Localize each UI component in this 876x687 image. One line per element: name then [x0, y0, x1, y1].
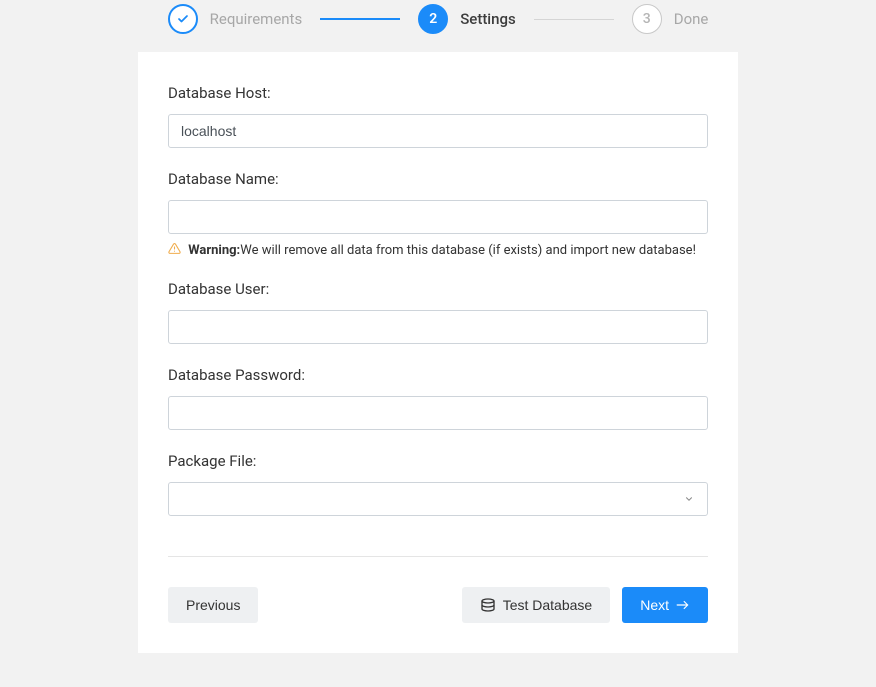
- arrow-right-icon: [676, 600, 690, 610]
- db-password-label: Database Password:: [168, 366, 708, 384]
- settings-card: Database Host: Database Name: Warning:We…: [138, 52, 738, 653]
- db-name-warning: Warning:We will remove all data from thi…: [168, 242, 708, 258]
- database-icon: [480, 598, 496, 612]
- stepper: Requirements 2 Settings 3 Done: [0, 0, 876, 52]
- test-database-button[interactable]: Test Database: [462, 587, 611, 623]
- step-circle-pending: 3: [632, 4, 662, 34]
- warning-label: Warning:: [188, 243, 240, 258]
- previous-label: Previous: [186, 597, 240, 613]
- package-file-label: Package File:: [168, 452, 708, 470]
- db-password-group: Database Password:: [168, 366, 708, 430]
- step-circle-done: [168, 4, 198, 34]
- db-host-group: Database Host:: [168, 84, 708, 148]
- db-password-input[interactable]: [168, 396, 708, 430]
- connector-active: [320, 18, 400, 20]
- db-name-input[interactable]: [168, 200, 708, 234]
- divider: [168, 556, 708, 557]
- package-file-select[interactable]: [168, 482, 708, 516]
- db-name-group: Database Name: Warning:We will remove al…: [168, 170, 708, 258]
- step-settings: 2 Settings: [418, 4, 516, 34]
- db-host-label: Database Host:: [168, 84, 708, 102]
- actions-row: Previous Test Database Next: [168, 587, 708, 623]
- step-label: Settings: [460, 10, 516, 28]
- step-done: 3 Done: [632, 4, 709, 34]
- next-button[interactable]: Next: [622, 587, 708, 623]
- db-user-input[interactable]: [168, 310, 708, 344]
- test-database-label: Test Database: [503, 597, 593, 613]
- db-user-group: Database User:: [168, 280, 708, 344]
- step-circle-active: 2: [418, 4, 448, 34]
- db-name-label: Database Name:: [168, 170, 708, 188]
- next-label: Next: [640, 597, 669, 613]
- package-file-group: Package File:: [168, 452, 708, 516]
- previous-button[interactable]: Previous: [168, 587, 258, 623]
- connector: [534, 19, 614, 20]
- db-user-label: Database User:: [168, 280, 708, 298]
- step-requirements: Requirements: [168, 4, 303, 34]
- db-host-input[interactable]: [168, 114, 708, 148]
- check-icon: [177, 13, 189, 25]
- step-label: Done: [674, 10, 709, 28]
- step-label: Requirements: [210, 10, 303, 28]
- warning-triangle-icon: [168, 243, 184, 258]
- warning-text: We will remove all data from this databa…: [240, 243, 696, 258]
